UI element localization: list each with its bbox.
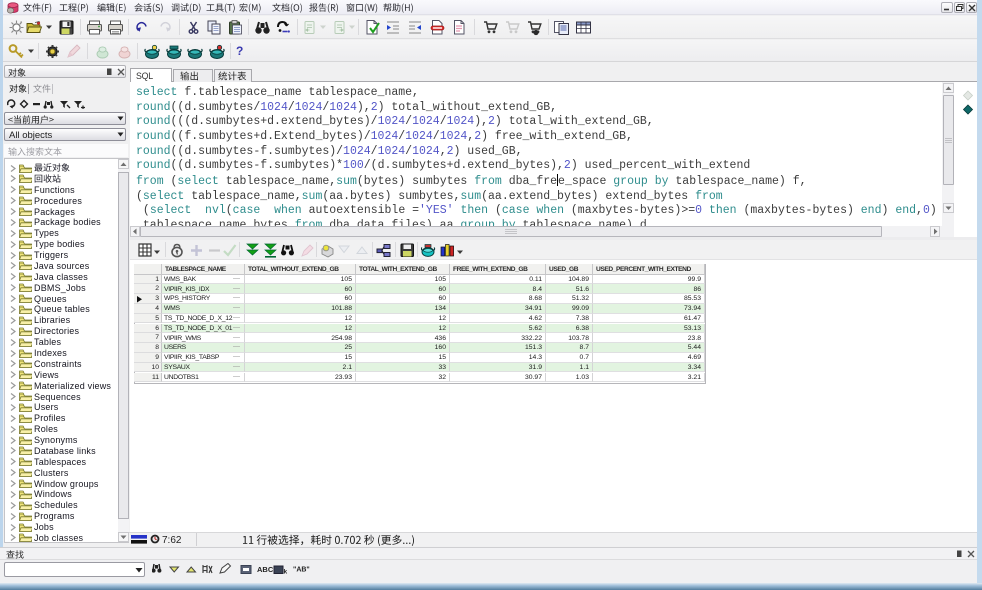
svg-text:"AB": "AB" bbox=[293, 567, 310, 574]
svg-text:ABC: ABC bbox=[257, 565, 274, 574]
svg-text:k: k bbox=[284, 569, 288, 576]
